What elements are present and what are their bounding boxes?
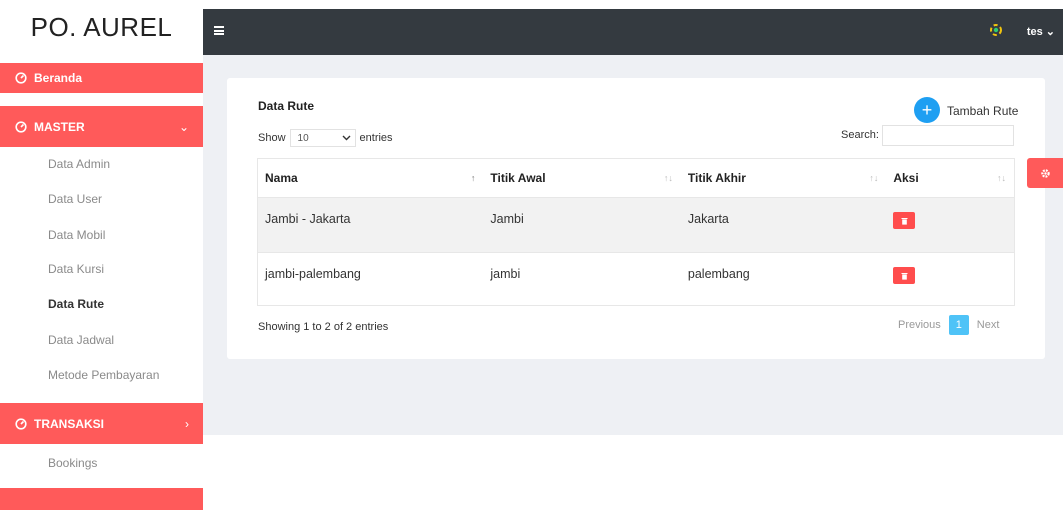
pagination-previous[interactable]: Previous bbox=[898, 319, 941, 331]
sidebar-item-data-mobil[interactable]: Data Mobil bbox=[48, 228, 105, 242]
search-label: Search: bbox=[841, 129, 879, 141]
sort-asc-icon: ↑ bbox=[470, 173, 476, 183]
sidebar-item-data-kursi[interactable]: Data Kursi bbox=[48, 262, 104, 276]
entries-label: entries bbox=[359, 132, 393, 144]
topbar: tes ⌄ bbox=[203, 9, 1063, 55]
table-info: Showing 1 to 2 of 2 entries bbox=[258, 321, 389, 333]
pagination: Previous 1 Next bbox=[898, 315, 999, 335]
sidebar-item-data-user[interactable]: Data User bbox=[48, 192, 102, 206]
menu-icon[interactable] bbox=[214, 26, 224, 35]
table-row: Jambi - Jakarta Jambi Jakarta bbox=[258, 198, 1014, 253]
routes-table: Nama ↑ Titik Awal ↑↓ Titik Akhir ↑↓ Aksi… bbox=[257, 158, 1015, 306]
cell-titik-akhir: Jakarta bbox=[687, 212, 729, 226]
sort-icon: ↑↓ bbox=[869, 173, 879, 183]
chevron-down-icon: ⌄ bbox=[178, 119, 189, 134]
page-title: Data Rute bbox=[258, 99, 315, 113]
plus-icon: + bbox=[921, 99, 933, 120]
sidebar-item-data-rute[interactable]: Data Rute bbox=[48, 297, 104, 311]
cell-titik-awal: Jambi bbox=[490, 212, 524, 226]
sidebar-item-data-admin[interactable]: Data Admin bbox=[48, 157, 110, 171]
chevron-right-icon: › bbox=[185, 416, 189, 431]
trash-icon bbox=[901, 272, 908, 280]
cell-aksi bbox=[886, 253, 1014, 305]
entries-control: Show 10 entries bbox=[258, 129, 393, 147]
sidebar-item-data-jadwal[interactable]: Data Jadwal bbox=[48, 333, 114, 347]
sidebar-item-transaksi[interactable]: TRANSAKSI › bbox=[0, 403, 203, 444]
pagination-next[interactable]: Next bbox=[977, 319, 1000, 331]
column-header-aksi[interactable]: Aksi ↑↓ bbox=[886, 159, 1014, 197]
add-route-button[interactable]: + bbox=[914, 97, 940, 123]
sort-icon: ↑↓ bbox=[997, 173, 1007, 183]
column-header-titik-akhir[interactable]: Titik Akhir ↑↓ bbox=[681, 159, 886, 197]
header-label: Aksi bbox=[893, 171, 919, 185]
column-header-nama[interactable]: Nama ↑ bbox=[258, 159, 483, 197]
settings-toggle[interactable] bbox=[1027, 158, 1063, 188]
sidebar-item-label: MASTER bbox=[34, 119, 85, 134]
dashboard-icon bbox=[14, 71, 28, 85]
delete-button[interactable] bbox=[893, 212, 916, 229]
sidebar-item-bookings[interactable]: Bookings bbox=[48, 456, 97, 470]
column-header-titik-awal[interactable]: Titik Awal ↑↓ bbox=[483, 159, 680, 197]
cell-nama: jambi-palembang bbox=[265, 267, 361, 281]
dashboard-icon bbox=[14, 417, 28, 431]
cell-titik-awal: jambi bbox=[490, 267, 521, 281]
sort-icon: ↑↓ bbox=[663, 173, 673, 183]
chevron-down-icon bbox=[342, 133, 351, 144]
pagination-page-1[interactable]: 1 bbox=[948, 315, 969, 335]
dashboard-icon bbox=[14, 120, 28, 134]
sidebar-item-master[interactable]: MASTER ⌄ bbox=[0, 106, 203, 147]
header-label: Nama bbox=[265, 171, 298, 185]
data-rute-card: Data Rute + Tambah Rute Show 10 entries … bbox=[227, 78, 1045, 359]
trash-icon bbox=[901, 217, 908, 225]
show-label: Show bbox=[258, 132, 286, 144]
sidebar-item-collapsed[interactable] bbox=[0, 488, 203, 510]
chevron-down-icon: ⌄ bbox=[1045, 26, 1055, 38]
avatar[interactable] bbox=[989, 23, 1003, 37]
header-label: Titik Akhir bbox=[687, 171, 746, 185]
brand-logo[interactable]: PO. AUREL bbox=[0, 0, 203, 55]
add-route-label[interactable]: Tambah Rute bbox=[947, 104, 1018, 118]
sidebar-item-beranda[interactable]: Beranda bbox=[0, 63, 203, 93]
sidebar: PO. AUREL Beranda MASTER ⌄ Data Admin Da… bbox=[0, 0, 203, 510]
user-menu[interactable]: tes ⌄ bbox=[1027, 25, 1055, 38]
user-name: tes bbox=[1026, 26, 1043, 38]
table-row: jambi-palembang jambi palembang bbox=[258, 253, 1014, 305]
entries-select[interactable]: 10 bbox=[289, 129, 356, 147]
sidebar-item-metode-pembayaran[interactable]: Metode Pembayaran bbox=[48, 368, 159, 382]
search-input[interactable] bbox=[882, 125, 1014, 146]
sidebar-item-label: Beranda bbox=[34, 71, 83, 85]
header-label: Titik Awal bbox=[490, 171, 546, 185]
sidebar-item-label: TRANSAKSI bbox=[34, 416, 105, 431]
table-header: Nama ↑ Titik Awal ↑↓ Titik Akhir ↑↓ Aksi… bbox=[258, 159, 1014, 198]
cell-titik-akhir: palembang bbox=[687, 267, 750, 281]
cell-nama: Jambi - Jakarta bbox=[265, 212, 351, 226]
gear-icon bbox=[1040, 168, 1050, 178]
entries-value: 10 bbox=[297, 132, 309, 144]
delete-button[interactable] bbox=[893, 267, 916, 284]
cell-aksi bbox=[886, 198, 1014, 252]
